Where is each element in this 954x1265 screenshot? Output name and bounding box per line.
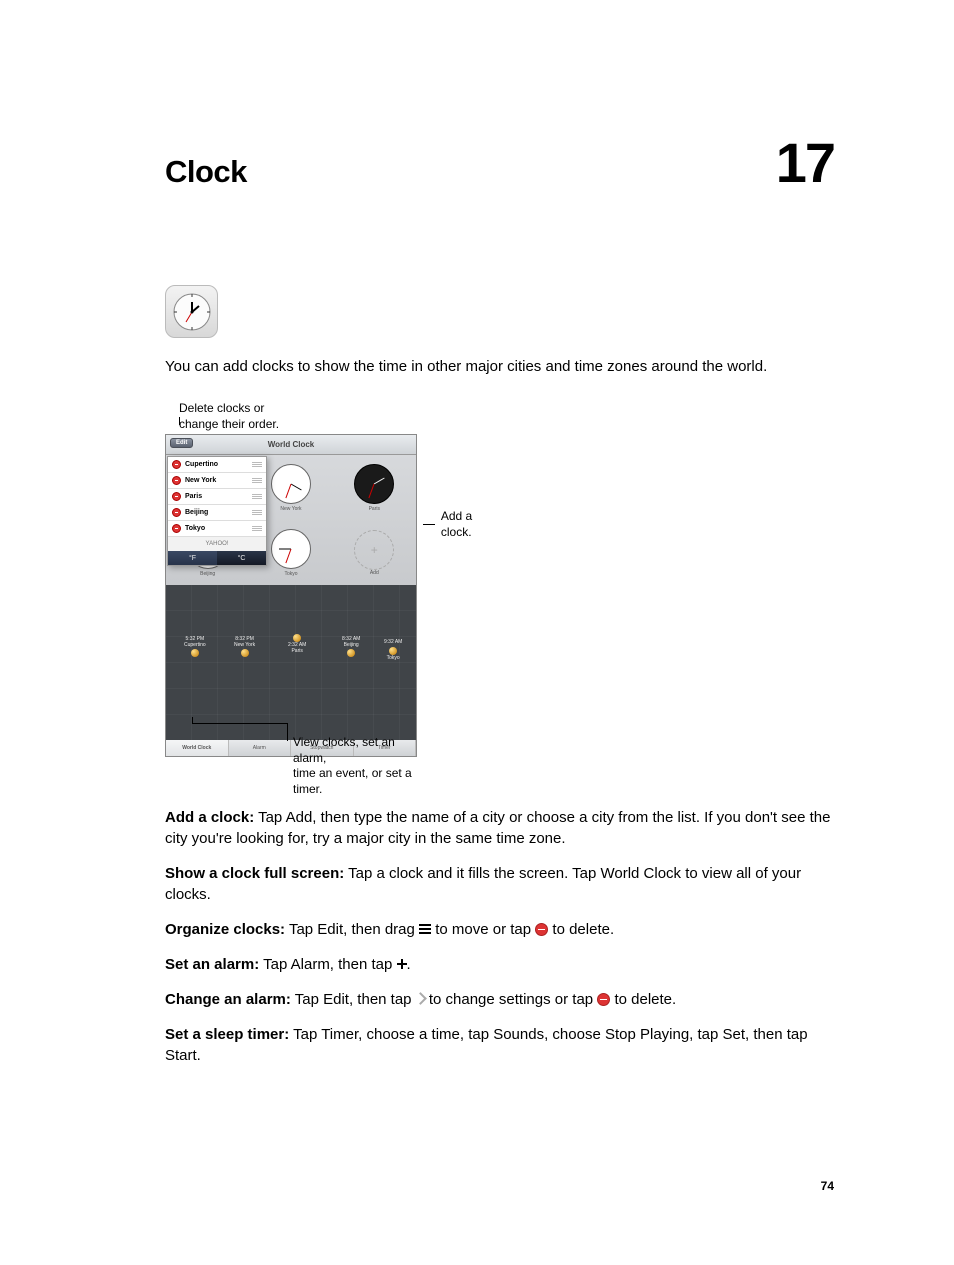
clock-app-icon [165, 285, 218, 338]
callout-text: change their order. [179, 417, 279, 431]
clock-label: Beijing [200, 571, 215, 577]
clock-label: Paris [369, 506, 380, 512]
list-item[interactable]: New York [168, 473, 266, 489]
city-name: Paris [185, 493, 202, 500]
clock-label: Add [370, 570, 379, 576]
instruction-organize: Organize clocks: Tap Edit, then drag to … [165, 919, 834, 940]
chapter-header: Clock 17 [165, 130, 834, 195]
list-item[interactable]: Paris [168, 489, 266, 505]
callout-text: Add a clock. [441, 509, 480, 540]
chevron-right-icon [416, 994, 425, 1005]
page-number: 74 [821, 1179, 834, 1193]
callout-text: Delete clocks or [179, 401, 264, 415]
callout-delete-reorder: Delete clocks or change their order. [179, 401, 417, 432]
delete-icon[interactable] [172, 508, 181, 517]
add-clock-cell[interactable]: +Add [333, 520, 416, 585]
intro-text: You can add clocks to show the time in o… [165, 356, 834, 377]
map-pin: 2:32 AMParis [288, 633, 306, 654]
plus-icon[interactable]: + [354, 530, 394, 570]
yahoo-attribution: YAHOO! [168, 537, 266, 551]
clock-label: Tokyo [284, 571, 297, 577]
callout-tabbar: View clocks, set an alarm, time an event… [293, 735, 417, 797]
page: Clock 17 You can add clocks to show the … [0, 0, 954, 1265]
delete-minus-icon [535, 923, 548, 936]
chapter-title: Clock [165, 154, 247, 190]
instruction-sleep-timer: Set a sleep timer: Tap Timer, choose a t… [165, 1024, 834, 1066]
instruction-add-clock: Add a clock: Tap Add, then type the name… [165, 807, 834, 849]
callout-text: View clocks, set an alarm, [293, 735, 395, 765]
list-item[interactable]: Beijing [168, 505, 266, 521]
plus-icon [397, 959, 407, 969]
drag-handle-icon[interactable] [252, 494, 262, 499]
drag-lines-icon [419, 924, 431, 934]
instruction-change-alarm: Change an alarm: Tap Edit, then tap to c… [165, 989, 834, 1010]
city-name: Cupertino [185, 461, 218, 468]
drag-handle-icon[interactable] [252, 510, 262, 515]
callout-leader-line [192, 723, 288, 724]
world-map[interactable]: 5:32 PMCupertino 8:32 PMNew York 2:32 AM… [166, 585, 416, 740]
tab-world-clock[interactable]: World Clock [166, 740, 229, 756]
callout-text: time an event, or set a timer. [293, 766, 412, 796]
delete-icon[interactable] [172, 524, 181, 533]
callout-add-clock: Add a clock. [423, 509, 480, 540]
city-name: Beijing [185, 509, 208, 516]
edit-button[interactable]: Edit [170, 438, 193, 448]
delete-icon[interactable] [172, 492, 181, 501]
map-pin: 8:32 AMBeijing [342, 637, 360, 658]
tab-alarm[interactable]: Alarm [229, 740, 292, 756]
instruction-fullscreen: Show a clock full screen: Tap a clock an… [165, 863, 834, 905]
map-pin: 5:32 PMCupertino [184, 637, 206, 658]
chapter-number: 17 [776, 130, 834, 195]
temp-f[interactable]: °F [168, 551, 217, 565]
city-name: New York [185, 477, 216, 484]
temp-unit-toggle[interactable]: °F°C [168, 551, 266, 565]
drag-handle-icon[interactable] [252, 478, 262, 483]
clock-cell[interactable]: Paris [333, 455, 416, 520]
drag-handle-icon[interactable] [252, 462, 262, 467]
delete-icon[interactable] [172, 460, 181, 469]
instruction-set-alarm: Set an alarm: Tap Alarm, then tap . [165, 954, 834, 975]
drag-handle-icon[interactable] [252, 526, 262, 531]
city-name: Tokyo [185, 525, 205, 532]
delete-minus-icon [597, 993, 610, 1006]
figure: Delete clocks or change their order. Edi… [165, 401, 417, 757]
list-item[interactable]: Tokyo [168, 521, 266, 537]
temp-c[interactable]: °C [217, 551, 266, 565]
edit-panel: Cupertino New York Paris Beijing Tokyo Y… [167, 456, 267, 566]
map-pin: 8:32 PMNew York [234, 637, 255, 658]
device-screenshot: Edit World Clock Cupertino New York Pari… [165, 434, 417, 757]
list-item[interactable]: Cupertino [168, 457, 266, 473]
clock-label: New York [280, 506, 301, 512]
map-pin: 9:32 AMTokyo [384, 640, 402, 661]
titlebar-title: World Clock [268, 440, 315, 449]
delete-icon[interactable] [172, 476, 181, 485]
device-titlebar: Edit World Clock [166, 435, 416, 455]
instructions: Add a clock: Tap Add, then type the name… [165, 807, 834, 1066]
